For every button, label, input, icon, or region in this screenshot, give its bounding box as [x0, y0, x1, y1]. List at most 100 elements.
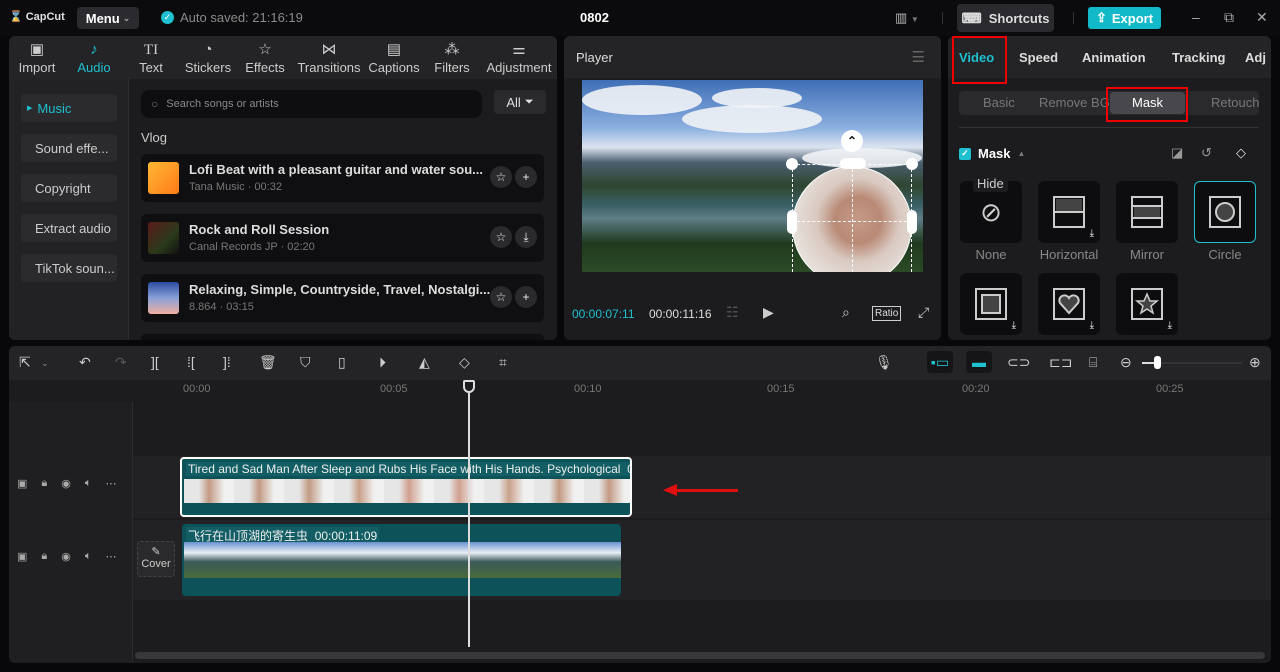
sidebar-item-extract-audio[interactable]: Extract audio — [21, 214, 117, 242]
add-icon[interactable]: + — [515, 166, 537, 188]
mirror-icon[interactable]: ◭ — [419, 354, 430, 371]
export-button[interactable]: ⇪ Export — [1088, 7, 1161, 29]
mask-right-handle[interactable] — [907, 210, 917, 234]
main-clip[interactable]: 飞行在山顶湖的寄生虫 00:00:11:09 — [182, 524, 621, 596]
cover-button[interactable]: ✎ Cover — [137, 541, 175, 577]
speaker-icon[interactable]: 🔈︎ — [85, 550, 92, 563]
tab-tracking[interactable]: Tracking — [1172, 50, 1225, 65]
mask-section-header[interactable]: ✓ Mask ▲ — [959, 146, 1025, 161]
ratio-button[interactable]: Ratio — [872, 306, 902, 321]
song-item[interactable]: Rock and Roll Session Canal Records JP ·… — [141, 214, 544, 262]
eye-icon[interactable]: ◉ — [61, 477, 71, 490]
favorite-star-icon[interactable]: ☆ — [490, 286, 512, 308]
tab-audio[interactable]: ♪ Audio — [65, 36, 123, 79]
tab-effects[interactable]: ☆ Effects — [237, 36, 293, 79]
more-icon[interactable]: ⋯ — [105, 550, 116, 563]
song-item[interactable]: Lofi Beat with a pleasant guitar and wat… — [141, 154, 544, 202]
mask-corner-handle[interactable] — [906, 158, 918, 170]
timecode-grid-icon[interactable]: ☷ — [726, 304, 739, 321]
playhead[interactable] — [468, 380, 470, 647]
zoom-out-icon[interactable]: ⊖ — [1120, 354, 1132, 371]
reverse-icon[interactable]: ⏵ — [379, 354, 386, 371]
shortcuts-button[interactable]: ⌨ Shortcuts — [957, 4, 1054, 32]
tab-adjustment[interactable]: ⚌ Adjustment — [481, 36, 557, 79]
tab-adjust[interactable]: Adj — [1245, 50, 1266, 65]
mask-left-handle[interactable] — [787, 210, 797, 234]
timeline-ruler[interactable]: 00:00 00:05 00:10 00:15 00:20 00:25 — [9, 380, 1271, 402]
playhead-handle[interactable] — [463, 380, 475, 393]
tab-filters[interactable]: ⁂ Filters — [423, 36, 481, 79]
invert-mask-icon[interactable]: ◪ — [1171, 145, 1183, 161]
play-button[interactable]: ▶ — [763, 304, 774, 321]
crop-icon[interactable]: ⌗ — [499, 354, 507, 371]
tab-captions[interactable]: ▤ Captions — [365, 36, 423, 79]
delete-icon[interactable]: 🗑 — [259, 354, 277, 371]
undo-icon[interactable]: ↶ — [79, 354, 91, 371]
project-title[interactable]: 0802 — [580, 10, 609, 25]
tab-transitions[interactable]: ⋈ Transitions — [293, 36, 365, 79]
sidebar-item-copyright[interactable]: Copyright — [21, 174, 117, 202]
mask-option-heart[interactable]: ⤓ — [1038, 273, 1100, 335]
mask-option-rectangle[interactable]: ⤓ — [960, 273, 1022, 335]
song-item[interactable] — [141, 334, 544, 340]
more-icon[interactable]: ⋯ — [105, 477, 116, 490]
minimize-button[interactable]: – — [1192, 9, 1200, 25]
lock-icon[interactable]: 🔒︎ — [41, 477, 47, 490]
tab-text[interactable]: TI Text — [123, 36, 179, 79]
menu-button[interactable]: Menu ⌄ — [77, 7, 139, 29]
add-icon[interactable]: + — [515, 286, 537, 308]
close-button[interactable]: ✕ — [1256, 9, 1268, 26]
mask-option-mirror[interactable] — [1116, 181, 1178, 243]
mask-corner-handle[interactable] — [786, 158, 798, 170]
microphone-icon[interactable]: 🎙 — [875, 354, 893, 371]
subtab-remove-bg[interactable]: Remove BG — [1039, 95, 1110, 110]
tab-stickers[interactable]: ◔ Stickers — [179, 36, 237, 79]
download-icon[interactable]: ⤓ — [515, 226, 537, 248]
restore-button[interactable]: ⧉ — [1224, 9, 1234, 26]
search-input[interactable]: ○ Search songs or artists — [141, 90, 482, 118]
layout-button[interactable]: ▥ ▼ — [895, 10, 919, 26]
subtab-retouch[interactable]: Retouch — [1211, 95, 1259, 110]
zoom-in-icon[interactable]: ⊕ — [1249, 354, 1261, 371]
preview-axis-icon[interactable]: ⊏⊐ — [1049, 354, 1072, 371]
filter-button[interactable]: All ⏷ — [494, 90, 546, 114]
marker-icon[interactable]: ⛉ — [300, 354, 311, 371]
sidebar-item-tiktok-sounds[interactable]: TikTok soun... — [21, 254, 117, 282]
link-icon[interactable]: ⊂⊃ — [1007, 354, 1030, 371]
overlay-clip[interactable]: Tired and Sad Man After Sleep and Rubs H… — [180, 457, 632, 517]
mask-option-star[interactable]: ⤓ — [1116, 273, 1178, 335]
chevron-down-icon[interactable]: ⌄ — [41, 358, 49, 369]
favorite-star-icon[interactable]: ☆ — [490, 226, 512, 248]
mask-top-handle[interactable] — [840, 158, 866, 169]
subtab-basic[interactable]: Basic — [983, 95, 1015, 110]
split-right-icon[interactable]: ]⁞ — [223, 354, 231, 370]
hamburger-menu-icon[interactable]: ☰ — [912, 48, 925, 66]
song-item[interactable]: Relaxing, Simple, Countryside, Travel, N… — [141, 274, 544, 322]
favorite-star-icon[interactable]: ☆ — [490, 166, 512, 188]
sidebar-item-music[interactable]: ▶ Music — [21, 94, 117, 122]
eye-icon[interactable]: ◉ — [61, 550, 71, 563]
checkbox-checked-icon[interactable]: ✓ — [959, 147, 971, 160]
tab-animation[interactable]: Animation — [1082, 50, 1146, 65]
zoom-to-fit-icon[interactable]: ⌸ — [1089, 354, 1097, 371]
video-preview[interactable]: ⌃ — [582, 80, 923, 272]
rotate-icon[interactable]: ◇ — [459, 354, 470, 371]
tab-import[interactable]: ▣ Import — [9, 36, 65, 79]
fullscreen-icon[interactable]: ⤢ — [918, 304, 929, 321]
feather-handle-icon[interactable]: ⌃ — [841, 130, 863, 152]
split-left-icon[interactable]: ⁞[ — [187, 354, 195, 370]
tab-speed[interactable]: Speed — [1019, 50, 1058, 65]
zoom-fit-icon[interactable]: ⌕ — [842, 304, 850, 321]
freeze-frame-icon[interactable]: ▯ — [338, 354, 346, 371]
auto-snap-icon[interactable]: ▪▭ — [927, 351, 953, 373]
main-track-magnet-icon[interactable]: ▬ — [966, 351, 992, 373]
select-tool-icon[interactable]: ⇱ — [19, 354, 31, 371]
horizontal-scrollbar[interactable] — [135, 652, 1265, 659]
reset-icon[interactable]: ↺ — [1201, 145, 1212, 161]
speaker-icon[interactable]: 🔈︎ — [85, 477, 92, 490]
sidebar-item-sound-effects[interactable]: Sound effe... — [21, 134, 117, 162]
zoom-slider-thumb[interactable] — [1154, 356, 1161, 369]
split-icon[interactable]: ][ — [151, 354, 159, 370]
lock-icon[interactable]: 🔒︎ — [41, 550, 47, 563]
mask-option-horizontal[interactable]: ⤓ — [1038, 181, 1100, 243]
